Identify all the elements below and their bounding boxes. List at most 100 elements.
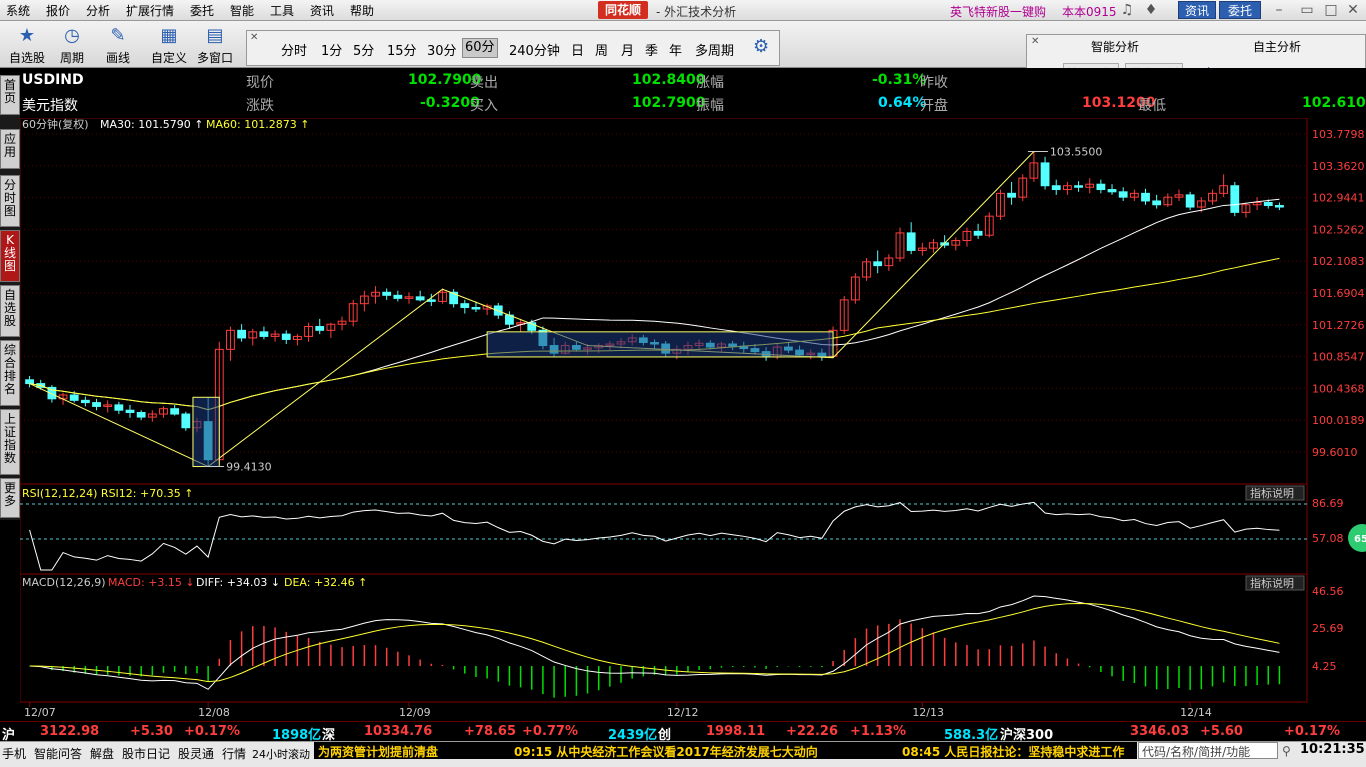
close-icon[interactable]: ✕ [1344, 1, 1362, 19]
menu-help[interactable]: 帮助 [350, 2, 374, 19]
period-60m[interactable]: 60分 [462, 38, 498, 58]
watchlist-button[interactable]: ★ 自选股 [6, 23, 48, 67]
clock-icon: ◷ [64, 25, 80, 46]
index-ticker: 沪 3122.98 +5.30 +0.17% 1898亿 深 10334.76 … [0, 721, 1366, 743]
sz-change: +78.65 [464, 724, 517, 739]
tab-ranking[interactable]: 综合排名 [0, 340, 20, 406]
tab-watchlist[interactable]: 自选股 [0, 285, 20, 337]
symbol-code: USDIND [22, 72, 84, 88]
promo-link[interactable]: 英飞特新股一键购 [950, 3, 1046, 20]
gear-icon[interactable]: ⚙ [753, 36, 769, 57]
menu-system[interactable]: 系统 [6, 2, 30, 19]
menu-extended[interactable]: 扩展行情 [126, 2, 174, 19]
candle-body [1152, 200, 1162, 206]
window-title: - 外汇技术分析 [656, 5, 737, 19]
period-30m[interactable]: 30分 [427, 40, 457, 59]
tab-more[interactable]: 更多 [0, 478, 20, 518]
ma30-line [29, 198, 1280, 411]
self-analysis-tab[interactable]: 自主分析 [1253, 38, 1301, 55]
rsi-line [29, 501, 1280, 571]
menu-smart[interactable]: 智能 [230, 2, 254, 19]
label-buy: 买入 [470, 98, 498, 114]
tab-home[interactable]: 首页 [0, 75, 20, 115]
macd-explain-button: 指标说明 [1250, 576, 1294, 590]
ma60-value: MA60: 101.2873 ↑ [206, 118, 309, 131]
shirt-icon[interactable]: ♦ [1142, 1, 1160, 19]
rsi-explain-button: 指标说明 [1250, 486, 1294, 500]
price-tick-label: 99.6010 [1312, 446, 1358, 459]
clock: 10:21:35 [1300, 742, 1365, 757]
period-5m[interactable]: 5分 [353, 40, 374, 59]
cycle-button[interactable]: ◷ 周期 [52, 23, 92, 67]
close-icon[interactable]: ✕ [1031, 36, 1039, 47]
period-day[interactable]: 日 [571, 40, 584, 59]
candle-body [415, 296, 425, 301]
multiwindow-button[interactable]: ▤ 多窗口 [194, 23, 236, 67]
code-search-input[interactable]: 代码/名称/简拼/功能 [1138, 742, 1278, 759]
tab-sh-index[interactable]: 上证指数 [0, 409, 20, 475]
score-badge-text: 65 [1354, 534, 1366, 545]
search-icon[interactable]: ⚲ [1282, 744, 1291, 758]
macd-tick-label: 4.25 [1312, 660, 1337, 673]
cy-pct: +1.13% [850, 724, 906, 739]
minimize-icon[interactable]: – [1270, 1, 1288, 19]
kline-chart[interactable]: 103.7798 103.3620 102.9441 102.5262 102.1083… [20, 118, 1366, 721]
pen-icon: ✎ [110, 25, 126, 46]
period-1m[interactable]: 1分 [321, 40, 342, 59]
candle-body [382, 291, 392, 296]
version-label[interactable]: 本本0915 [1062, 3, 1117, 20]
period-month[interactable]: 月 [621, 40, 634, 59]
status-diary[interactable]: 股市日记 [122, 745, 170, 762]
candle-body [69, 394, 79, 401]
candle-body [170, 408, 180, 415]
rsi-tick-label: 86.69 [1312, 497, 1344, 510]
candle-body [1040, 162, 1050, 187]
tab-apps[interactable]: 应用 [0, 129, 20, 169]
candle-body [259, 331, 269, 337]
grid-icon: ▤ [206, 25, 224, 46]
dea-value: DEA: +32.46 ↑ [284, 576, 367, 589]
maximize-icon[interactable]: □ [1322, 1, 1340, 19]
label-change-pct: 涨幅 [696, 75, 724, 91]
news-button[interactable]: 资讯 [1178, 1, 1216, 19]
draw-button[interactable]: ✎ 画线 [98, 23, 138, 67]
status-mobile[interactable]: 手机 [2, 745, 26, 762]
close-icon[interactable]: ✕ [250, 32, 258, 43]
status-qa[interactable]: 智能问答 [34, 745, 82, 762]
label-open: 开盘 [920, 98, 948, 114]
period-tick[interactable]: 分时 [281, 40, 307, 59]
period-week[interactable]: 周 [595, 40, 608, 59]
menu-quote[interactable]: 报价 [46, 2, 70, 19]
custom-button[interactable]: ▦ 自定义 [148, 23, 190, 67]
star-icon: ★ [18, 25, 36, 46]
news-scroller[interactable]: 为两资管计划提前清盘 09:15 从中央经济工作会议看2017年经济发展七大动向… [314, 742, 1137, 759]
news-item[interactable]: 09:15 从中央经济工作会议看2017年经济发展七大动向 [514, 743, 818, 759]
status-analysis[interactable]: 解盘 [90, 745, 114, 762]
period-240m[interactable]: 240分钟 [509, 40, 560, 59]
tab-timeshare[interactable]: 分时图 [0, 175, 20, 227]
price-tick-label: 102.9441 [1312, 192, 1365, 205]
trade-button[interactable]: 委托 [1219, 1, 1261, 19]
menu-analysis[interactable]: 分析 [86, 2, 110, 19]
news-item[interactable]: 为两资管计划提前清盘 [318, 743, 438, 759]
news-item[interactable]: 08:45 人民日报社论：坚持稳中求进工作 [902, 743, 1124, 759]
label-prev-close: 昨收 [920, 75, 948, 91]
status-market[interactable]: 行情 [222, 745, 246, 762]
status-lingtong[interactable]: 股灵通 [178, 745, 214, 762]
period-multi[interactable]: 多周期 [695, 40, 734, 59]
date-tick-label: 12/13 [912, 706, 944, 719]
rsi-panel-frame [20, 483, 1308, 575]
bell-icon[interactable]: ♫ [1118, 1, 1136, 19]
period-15m[interactable]: 15分 [387, 40, 417, 59]
period-year[interactable]: 年 [669, 40, 682, 59]
date-tick-label: 12/09 [399, 706, 431, 719]
period-quarter[interactable]: 季 [645, 40, 658, 59]
menu-trade[interactable]: 委托 [190, 2, 214, 19]
price-tick-label: 101.6904 [1312, 287, 1365, 300]
menu-tools[interactable]: 工具 [270, 2, 294, 19]
tab-kline[interactable]: K线图 [0, 230, 20, 282]
status-rolling[interactable]: 24小时滚动 [252, 746, 310, 762]
menu-news[interactable]: 资讯 [310, 2, 334, 19]
smart-analysis-tab[interactable]: 智能分析 [1091, 38, 1139, 55]
restore-icon[interactable]: ▭ [1298, 1, 1316, 19]
